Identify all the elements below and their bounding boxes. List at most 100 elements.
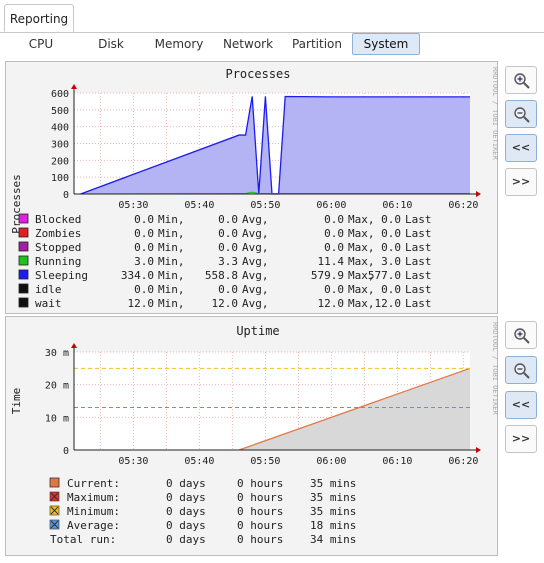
x-tick-label: 05:50	[250, 200, 280, 211]
legend-swatch-average	[49, 519, 60, 530]
legend-last: 577.0	[368, 269, 401, 282]
uptime-title: Uptime	[236, 324, 279, 338]
legend-last-unit: Last	[405, 241, 432, 254]
legend-max-unit: Max,	[348, 297, 375, 310]
legend-avg: 0.0	[218, 213, 238, 226]
legend-min-unit: Min,	[158, 283, 185, 296]
uptime-zoom-out-button[interactable]	[505, 356, 537, 384]
legend-min: 12.0	[128, 297, 155, 310]
back-arrows-label: <<	[511, 141, 531, 154]
legend-swatch-wait	[18, 297, 29, 308]
subtab-cpu[interactable]: CPU	[18, 33, 64, 55]
legend-last: 0.0	[381, 241, 401, 254]
legend-max-unit: Max,	[348, 227, 375, 240]
processes-title: Processes	[225, 67, 290, 81]
legend-name: Blocked	[35, 213, 81, 226]
legend-mins: 18 mins	[310, 519, 356, 532]
legend-max: 11.4	[318, 255, 345, 268]
x-tick-label: 06:00	[316, 456, 346, 467]
legend-max: 0.0	[324, 227, 344, 240]
legend-last-unit: Last	[405, 283, 432, 296]
legend-avg: 3.3	[218, 255, 238, 268]
legend-min-unit: Min,	[158, 255, 185, 268]
legend-days: 0 days	[166, 519, 206, 532]
subtab-memory[interactable]: Memory	[150, 33, 208, 55]
legend-mins: 35 mins	[310, 505, 356, 518]
legend-min: 0.0	[134, 283, 154, 296]
legend-swatch-current	[49, 477, 60, 488]
uptime-forward-button[interactable]: >>	[505, 425, 537, 453]
x-axis-arrow	[476, 447, 481, 453]
legend-min-unit: Min,	[158, 269, 185, 282]
legend-swatch-stopped	[18, 241, 29, 252]
legend-swatch-sleeping	[18, 269, 29, 280]
legend-avg-unit: Avg,	[242, 269, 269, 282]
legend-avg-unit: Avg,	[242, 241, 269, 254]
subtab-system[interactable]: System	[352, 33, 420, 55]
legend-last-unit: Last	[405, 269, 432, 282]
legend-name: Sleeping	[35, 269, 88, 282]
magnifier-plus-icon	[514, 73, 530, 89]
y-tick-label: 500	[51, 106, 69, 117]
legend-hours: 0 hours	[237, 519, 283, 532]
legend-max-unit: Max,	[348, 241, 375, 254]
legend-max: 0.0	[324, 241, 344, 254]
legend-name: wait	[35, 297, 62, 310]
legend-min-unit: Min,	[158, 213, 185, 226]
legend-name: Average:	[67, 519, 120, 532]
y-tick-label: 10 m	[45, 413, 69, 424]
legend-avg: 0.0	[218, 227, 238, 240]
legend-max: 0.0	[324, 283, 344, 296]
uptime-ylabel: Time	[10, 388, 23, 415]
legend-days: 0 days	[166, 533, 206, 546]
legend-last: 12.0	[375, 297, 402, 310]
uptime-back-button[interactable]: <<	[505, 391, 537, 419]
x-tick-label: 06:10	[382, 200, 412, 211]
x-tick-label: 06:00	[316, 200, 346, 211]
legend-last-unit: Last	[405, 255, 432, 268]
legend-name: Current:	[67, 477, 120, 490]
legend-swatch-blocked	[18, 213, 29, 224]
legend-min: 0.0	[134, 227, 154, 240]
processes-back-button[interactable]: <<	[505, 134, 537, 162]
legend-name: Stopped	[35, 241, 81, 254]
processes-legend: Blocked 0.0 Min, 0.0 Avg, 0.0 Max, 0.0 Last Zombi…	[18, 213, 432, 310]
legend-max: 12.0	[318, 297, 345, 310]
legend-days: 0 days	[166, 477, 206, 490]
subtab-partition[interactable]: Partition	[288, 33, 346, 55]
subtab-network[interactable]: Network	[220, 33, 276, 55]
legend-max-unit: Max,	[348, 213, 375, 226]
x-tick-label: 05:30	[118, 200, 148, 211]
uptime-plot-area: 30 m 20 m 10 m 0 05:30 05:40 05:50 06:00 06:10 06…	[45, 343, 481, 467]
legend-avg: 0.0	[218, 283, 238, 296]
back-arrows-label: <<	[511, 398, 531, 411]
legend-avg: 0.0	[218, 241, 238, 254]
uptime-graph-panel: Uptime Time RRDTOOL / TOBI OETIKER 30 m 2…	[5, 316, 499, 556]
subtab-disk[interactable]: Disk	[88, 33, 134, 55]
uptime-graph: Uptime Time RRDTOOL / TOBI OETIKER 30 m 2…	[10, 322, 499, 546]
tab-reporting[interactable]: Reporting	[4, 4, 74, 32]
y-tick-label: 0	[63, 190, 69, 201]
processes-forward-button[interactable]: >>	[505, 168, 537, 196]
rrdtool-watermark: RRDTOOL / TOBI OETIKER	[491, 67, 499, 161]
legend-name: Total run:	[50, 533, 116, 546]
y-tick-label: 600	[51, 89, 69, 100]
y-tick-label: 20 m	[45, 381, 69, 392]
processes-zoom-out-button[interactable]	[505, 100, 537, 128]
x-tick-label: 05:40	[184, 200, 214, 211]
legend-hours: 0 hours	[237, 533, 283, 546]
processes-plot-area: 600 500 400 300 200 100 0 05:30 05:40 05:50 06:00 0…	[51, 84, 481, 211]
legend-swatch-minimum	[49, 505, 60, 516]
legend-avg-unit: Avg,	[242, 283, 269, 296]
x-tick-label: 06:20	[448, 200, 478, 211]
processes-zoom-in-button[interactable]	[505, 66, 537, 94]
processes-graph: Processes Processes RRDTOOL / TOBI OETIK…	[10, 67, 499, 310]
legend-hours: 0 hours	[237, 491, 283, 504]
uptime-zoom-in-button[interactable]	[505, 321, 537, 349]
processes-graph-panel: Processes Processes RRDTOOL / TOBI OETIK…	[5, 61, 499, 314]
y-tick-label: 400	[51, 123, 69, 134]
legend-last: 3.0	[381, 255, 401, 268]
x-tick-label: 06:10	[382, 456, 412, 467]
y-axis-arrow	[71, 84, 77, 89]
legend-last-unit: Last	[405, 297, 432, 310]
